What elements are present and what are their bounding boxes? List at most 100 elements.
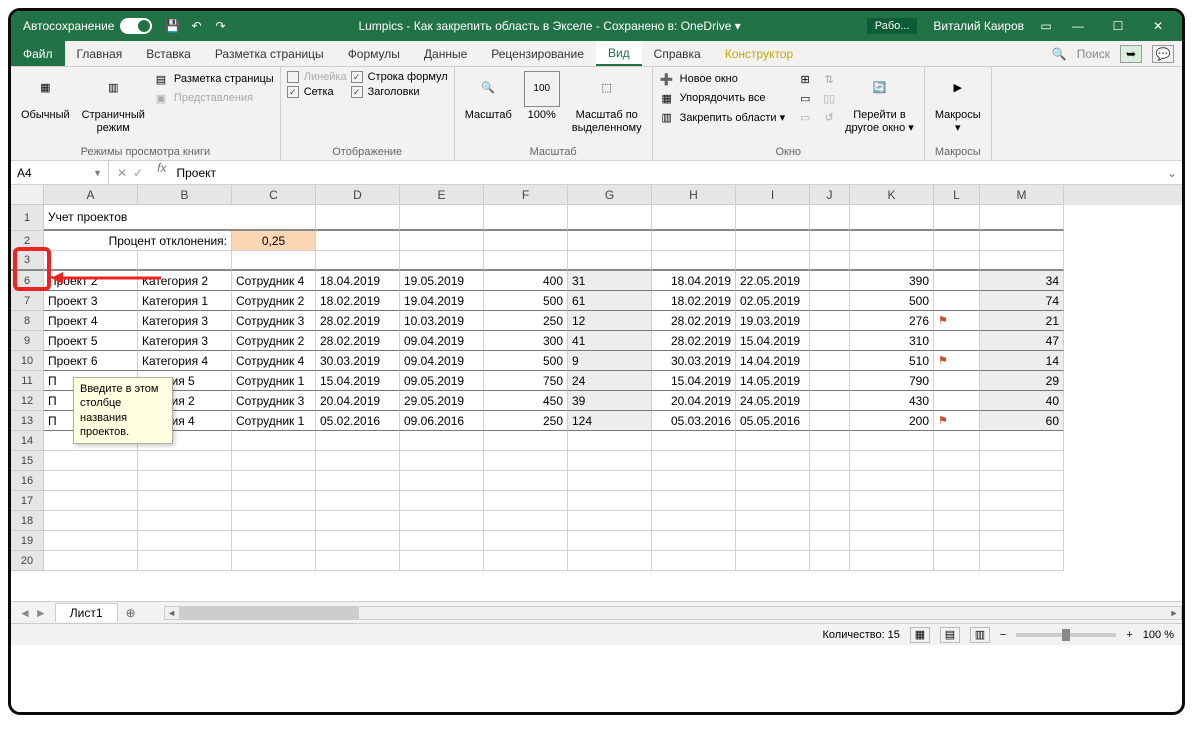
cell[interactable] — [810, 331, 850, 351]
cell[interactable]: Категория 4 — [138, 351, 232, 371]
tab-insert[interactable]: Вставка — [134, 41, 203, 66]
cell[interactable] — [316, 451, 400, 471]
cell[interactable]: 19.05.2019 — [400, 271, 484, 291]
cell[interactable] — [484, 551, 568, 571]
cell[interactable]: 500 — [850, 291, 934, 311]
cell[interactable]: 500 — [484, 291, 568, 311]
cell[interactable] — [652, 491, 736, 511]
cell[interactable] — [934, 511, 980, 531]
row-header[interactable]: 12 — [11, 391, 44, 411]
cell[interactable]: 41 — [568, 331, 652, 351]
expand-formula-icon[interactable]: ⌄ — [1162, 161, 1182, 184]
cell[interactable]: 9 — [568, 351, 652, 371]
tab-formulas[interactable]: Формулы — [336, 41, 412, 66]
cell[interactable] — [232, 511, 316, 531]
confirm-formula-icon[interactable]: ✓ — [133, 166, 143, 180]
cell[interactable]: 28.02.2019 — [316, 311, 400, 331]
cell[interactable]: Проект 4 — [44, 311, 138, 331]
cell[interactable] — [736, 531, 810, 551]
cell[interactable] — [568, 531, 652, 551]
cell[interactable]: ⚑ — [934, 411, 980, 431]
cell[interactable] — [400, 451, 484, 471]
add-sheet-button[interactable]: ⊕ — [118, 606, 144, 620]
deviation-label-cell[interactable]: Процент отклонения: — [44, 231, 232, 251]
cell[interactable]: 19.04.2019 — [400, 291, 484, 311]
row-header[interactable]: 3 — [11, 251, 44, 271]
cell[interactable] — [934, 451, 980, 471]
cell[interactable]: 05.03.2016 — [652, 411, 736, 431]
cell[interactable]: 18.02.2019 — [652, 291, 736, 311]
cell[interactable] — [400, 491, 484, 511]
cell[interactable]: Сотрудник 2 — [232, 331, 316, 351]
cell[interactable] — [652, 471, 736, 491]
cell[interactable] — [652, 551, 736, 571]
cell[interactable]: 15.04.2019 — [316, 371, 400, 391]
column-header[interactable]: I — [736, 185, 810, 205]
row-header[interactable]: 10 — [11, 351, 44, 371]
zoom-100-button[interactable]: 100100% — [520, 69, 564, 124]
comments-button[interactable]: 💬 — [1152, 45, 1174, 63]
share-button[interactable]: ➥ — [1120, 45, 1142, 63]
cell[interactable] — [232, 451, 316, 471]
cell[interactable]: 12 — [568, 311, 652, 331]
cell[interactable]: Категория 3 — [138, 311, 232, 331]
column-header[interactable]: B — [138, 185, 232, 205]
column-header[interactable]: M — [980, 185, 1064, 205]
cell[interactable]: 20.04.2019 — [652, 391, 736, 411]
cell[interactable]: 28.02.2019 — [316, 331, 400, 351]
save-icon[interactable]: 💾 — [160, 14, 184, 38]
column-header[interactable]: J — [810, 185, 850, 205]
row-header[interactable]: 9 — [11, 331, 44, 351]
cell[interactable]: 47 — [980, 331, 1064, 351]
cell[interactable]: Сотрудник 2 — [232, 291, 316, 311]
cell[interactable]: 30.03.2019 — [316, 351, 400, 371]
cell[interactable] — [652, 431, 736, 451]
zoom-slider[interactable] — [1016, 633, 1116, 637]
search-icon[interactable]: 🔍 — [1052, 47, 1067, 61]
view-normal-icon[interactable]: ▦ — [910, 627, 930, 643]
cell[interactable] — [850, 531, 934, 551]
cell[interactable] — [810, 451, 850, 471]
cell[interactable] — [810, 271, 850, 291]
cell[interactable] — [568, 431, 652, 451]
row-header[interactable]: 7 — [11, 291, 44, 311]
deviation-value-cell[interactable]: 0,25 — [232, 231, 316, 251]
cell[interactable] — [316, 531, 400, 551]
cell[interactable] — [44, 451, 138, 471]
cell[interactable]: Проект 5 — [44, 331, 138, 351]
cell[interactable]: 250 — [484, 311, 568, 331]
cell[interactable] — [652, 531, 736, 551]
cell[interactable] — [232, 491, 316, 511]
cell[interactable]: 310 — [850, 331, 934, 351]
row-header[interactable]: 17 — [11, 491, 44, 511]
cell[interactable] — [484, 451, 568, 471]
cell[interactable]: ⚑ — [934, 351, 980, 371]
cell[interactable]: 124 — [568, 411, 652, 431]
cell[interactable] — [568, 491, 652, 511]
cell[interactable]: Сотрудник 1 — [232, 411, 316, 431]
cell[interactable] — [934, 371, 980, 391]
column-header[interactable]: K — [850, 185, 934, 205]
column-header[interactable]: H — [652, 185, 736, 205]
cell[interactable]: 40 — [980, 391, 1064, 411]
cell[interactable]: 29 — [980, 371, 1064, 391]
cell[interactable] — [934, 271, 980, 291]
tab-design[interactable]: Конструктор — [713, 41, 805, 66]
column-header[interactable]: L — [934, 185, 980, 205]
headings-checkbox[interactable]: ✓Заголовки — [351, 86, 448, 98]
split-button[interactable]: ⊞ — [797, 71, 813, 87]
cell[interactable] — [934, 531, 980, 551]
cell[interactable]: 14.04.2019 — [736, 351, 810, 371]
cell[interactable]: 276 — [850, 311, 934, 331]
cell[interactable]: 61 — [568, 291, 652, 311]
zoom-selection-button[interactable]: ⬚Масштаб по выделенному — [568, 69, 646, 137]
row-header[interactable]: 16 — [11, 471, 44, 491]
cell[interactable] — [850, 551, 934, 571]
cell[interactable]: 02.05.2019 — [736, 291, 810, 311]
cell[interactable] — [652, 451, 736, 471]
cell[interactable]: 19.03.2019 — [736, 311, 810, 331]
cell[interactable] — [810, 531, 850, 551]
cell[interactable] — [736, 511, 810, 531]
macros-button[interactable]: ▶Макросы ▾ — [931, 69, 985, 137]
cell[interactable] — [400, 511, 484, 531]
